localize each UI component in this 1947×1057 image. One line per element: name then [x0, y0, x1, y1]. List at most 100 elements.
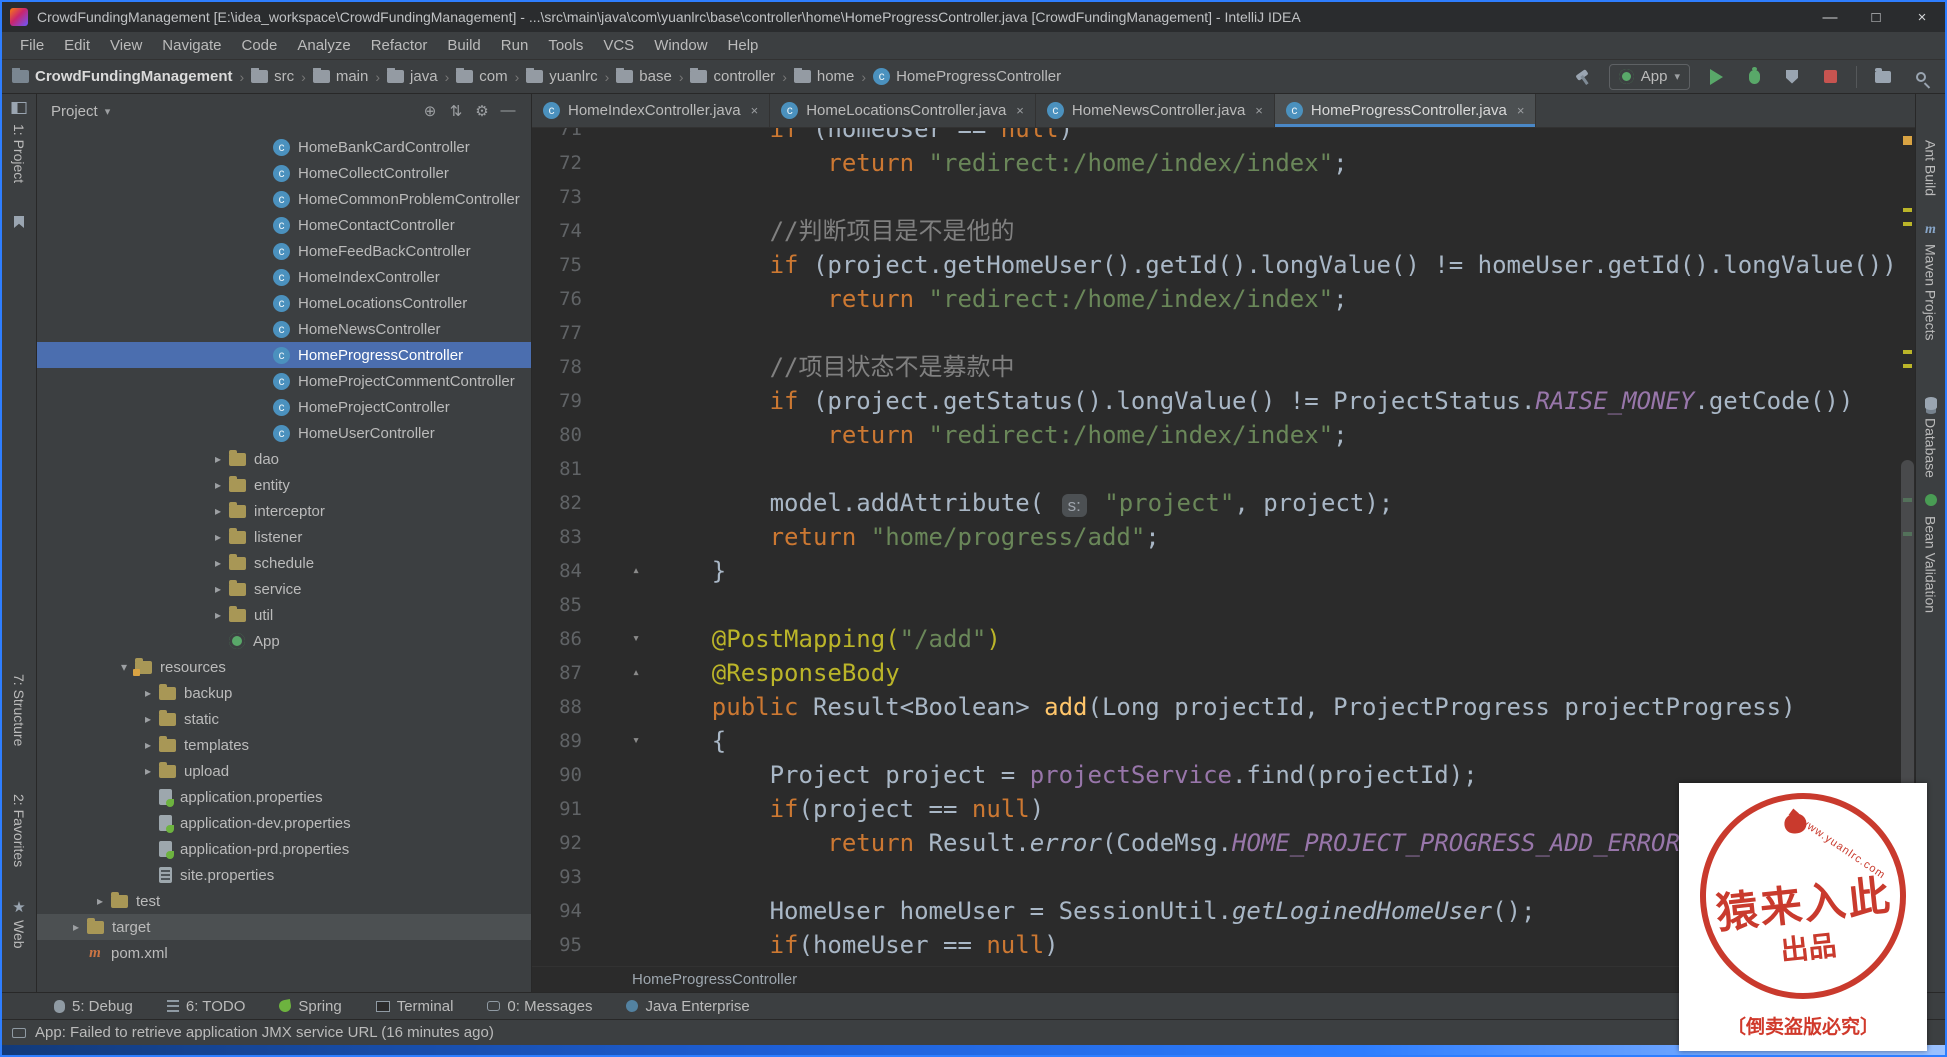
run-button[interactable] — [1704, 64, 1728, 90]
menu-item-run[interactable]: Run — [491, 32, 539, 59]
menu-item-code[interactable]: Code — [231, 32, 287, 59]
run-configuration-select[interactable]: App ▾ — [1609, 64, 1690, 90]
tree-item-target[interactable]: ▸target — [37, 914, 531, 940]
code-line[interactable]: 89▾ { — [532, 724, 1915, 758]
code-line[interactable]: 73 — [532, 180, 1915, 214]
settings-gear-icon[interactable]: ⚙ — [469, 102, 495, 120]
tool-button-0-messages[interactable]: 0: Messages — [487, 998, 592, 1015]
menu-item-window[interactable]: Window — [644, 32, 717, 59]
editor-tab-homeindexcontroller-java[interactable]: HomeIndexController.java× — [532, 94, 770, 127]
stripe-mark[interactable] — [1903, 222, 1912, 226]
tool-button-spring[interactable]: Spring — [279, 998, 341, 1015]
stripe-mark[interactable] — [1903, 364, 1912, 368]
tree-item-service[interactable]: ▸service — [37, 576, 531, 602]
tree-collapsed-arrow-icon[interactable]: ▸ — [207, 478, 229, 492]
breadcrumb-yuanlrc[interactable]: yuanlrc — [526, 68, 597, 85]
breadcrumb-class[interactable]: HomeProgressController — [632, 971, 797, 988]
chevron-down-icon[interactable]: ▾ — [105, 105, 111, 118]
tool-button-5-debug[interactable]: 5: Debug — [54, 998, 133, 1015]
stripe-mark[interactable] — [1903, 208, 1912, 212]
tool-button-ant-build[interactable]: Ant Build — [1923, 140, 1939, 196]
tree-item-homecollectcontroller[interactable]: HomeCollectController — [37, 160, 531, 186]
breadcrumb-base[interactable]: base — [616, 68, 672, 85]
editor-tab-homelocationscontroller-java[interactable]: HomeLocationsController.java× — [770, 94, 1036, 127]
tree-item-schedule[interactable]: ▸schedule — [37, 550, 531, 576]
search-everywhere-button[interactable] — [1909, 64, 1933, 90]
tree-item-pom-xml[interactable]: pom.xml — [37, 940, 531, 966]
editor-tab-homenewscontroller-java[interactable]: HomeNewsController.java× — [1036, 94, 1275, 127]
tree-item-interceptor[interactable]: ▸interceptor — [37, 498, 531, 524]
tree-item-util[interactable]: ▸util — [37, 602, 531, 628]
tab-close-icon[interactable]: × — [751, 103, 759, 118]
tree-collapsed-arrow-icon[interactable]: ▸ — [207, 556, 229, 570]
tab-close-icon[interactable]: × — [1255, 103, 1263, 118]
tool-button-web[interactable]: Web — [11, 920, 27, 949]
tree-collapsed-arrow-icon[interactable]: ▸ — [89, 894, 111, 908]
code-line[interactable]: 85 — [532, 588, 1915, 622]
fold-marker-icon[interactable]: ▴ — [590, 554, 654, 588]
menu-item-file[interactable]: File — [10, 32, 54, 59]
tree-item-homebankcardcontroller[interactable]: HomeBankCardController — [37, 134, 531, 160]
code-line[interactable]: 72 return "redirect:/home/index/index"; — [532, 146, 1915, 180]
code-line[interactable]: 87▴ @ResponseBody — [532, 656, 1915, 690]
tree-item-application-prd-properties[interactable]: application-prd.properties — [37, 836, 531, 862]
menu-item-vcs[interactable]: VCS — [593, 32, 644, 59]
code-line[interactable]: 84▴ } — [532, 554, 1915, 588]
tool-button-terminal[interactable]: Terminal — [376, 998, 454, 1015]
menu-item-edit[interactable]: Edit — [54, 32, 100, 59]
code-line[interactable]: 86▾ @PostMapping("/add") — [532, 622, 1915, 656]
code-line[interactable]: 80 return "redirect:/home/index/index"; — [532, 418, 1915, 452]
tree-item-dao[interactable]: ▸dao — [37, 446, 531, 472]
tree-item-homeprogresscontroller[interactable]: HomeProgressController — [37, 342, 531, 368]
tool-button-bean-validation[interactable]: Bean Validation — [1923, 516, 1939, 613]
tool-button-7-structure[interactable]: 7: Structure — [11, 674, 27, 746]
fold-marker-icon[interactable]: ▾ — [590, 622, 654, 656]
breadcrumb-controller[interactable]: controller — [690, 68, 775, 85]
tree-item-entity[interactable]: ▸entity — [37, 472, 531, 498]
tool-button-2-favorites[interactable]: 2: Favorites — [11, 794, 27, 867]
close-button[interactable]: × — [1899, 2, 1945, 32]
code-line[interactable]: 71 if (homeUser == null) — [532, 128, 1915, 146]
tree-collapsed-arrow-icon[interactable]: ▸ — [137, 712, 159, 726]
tab-close-icon[interactable]: × — [1517, 103, 1525, 118]
tool-button-maven-projects[interactable]: Maven Projects — [1923, 244, 1939, 340]
tree-item-homeusercontroller[interactable]: HomeUserController — [37, 420, 531, 446]
tree-expanded-arrow-icon[interactable]: ▾ — [113, 660, 135, 674]
minimize-button[interactable]: — — [1807, 2, 1853, 32]
menu-item-build[interactable]: Build — [437, 32, 490, 59]
code-line[interactable]: 81 — [532, 452, 1915, 486]
tree-collapsed-arrow-icon[interactable]: ▸ — [207, 582, 229, 596]
tree-item-homecontactcontroller[interactable]: HomeContactController — [37, 212, 531, 238]
status-message[interactable]: App: Failed to retrieve application JMX … — [35, 1024, 494, 1041]
tool-button-6-todo[interactable]: 6: TODO — [167, 998, 245, 1015]
sort-icon[interactable]: ⇅ — [443, 102, 469, 120]
tree-collapsed-arrow-icon[interactable]: ▸ — [207, 530, 229, 544]
project-panel-title[interactable]: Project — [51, 103, 98, 120]
tree-item-homecommonproblemcontroller[interactable]: HomeCommonProblemController — [37, 186, 531, 212]
maximize-button[interactable]: □ — [1853, 2, 1899, 32]
tree-item-homefeedbackcontroller[interactable]: HomeFeedBackController — [37, 238, 531, 264]
tree-collapsed-arrow-icon[interactable]: ▸ — [137, 686, 159, 700]
hide-panel-icon[interactable]: — — [495, 102, 521, 120]
code-line[interactable]: 82 model.addAttribute( s: "project", pro… — [532, 486, 1915, 520]
breadcrumb-homeprogresscontroller[interactable]: HomeProgressController — [873, 68, 1061, 85]
tree-item-homeprojectcontroller[interactable]: HomeProjectController — [37, 394, 531, 420]
tree-item-test[interactable]: ▸test — [37, 888, 531, 914]
code-line[interactable]: 79 if (project.getStatus().longValue() !… — [532, 384, 1915, 418]
tree-item-application-dev-properties[interactable]: application-dev.properties — [37, 810, 531, 836]
breadcrumb-home[interactable]: home — [794, 68, 855, 85]
tree-item-site-properties[interactable]: site.properties — [37, 862, 531, 888]
code-line[interactable]: 77 — [532, 316, 1915, 350]
code-line[interactable]: 78 //项目状态不是募款中 — [532, 350, 1915, 384]
menu-item-tools[interactable]: Tools — [538, 32, 593, 59]
tree-item-app[interactable]: App — [37, 628, 531, 654]
breadcrumb-main[interactable]: main — [313, 68, 369, 85]
menu-item-help[interactable]: Help — [718, 32, 769, 59]
tree-item-homeprojectcommentcontroller[interactable]: HomeProjectCommentController — [37, 368, 531, 394]
tree-collapsed-arrow-icon[interactable]: ▸ — [207, 452, 229, 466]
tree-item-homenewscontroller[interactable]: HomeNewsController — [37, 316, 531, 342]
debug-button[interactable] — [1742, 64, 1766, 90]
tab-close-icon[interactable]: × — [1016, 103, 1024, 118]
tree-item-resources[interactable]: ▾resources — [37, 654, 531, 680]
open-button[interactable] — [1871, 64, 1895, 90]
